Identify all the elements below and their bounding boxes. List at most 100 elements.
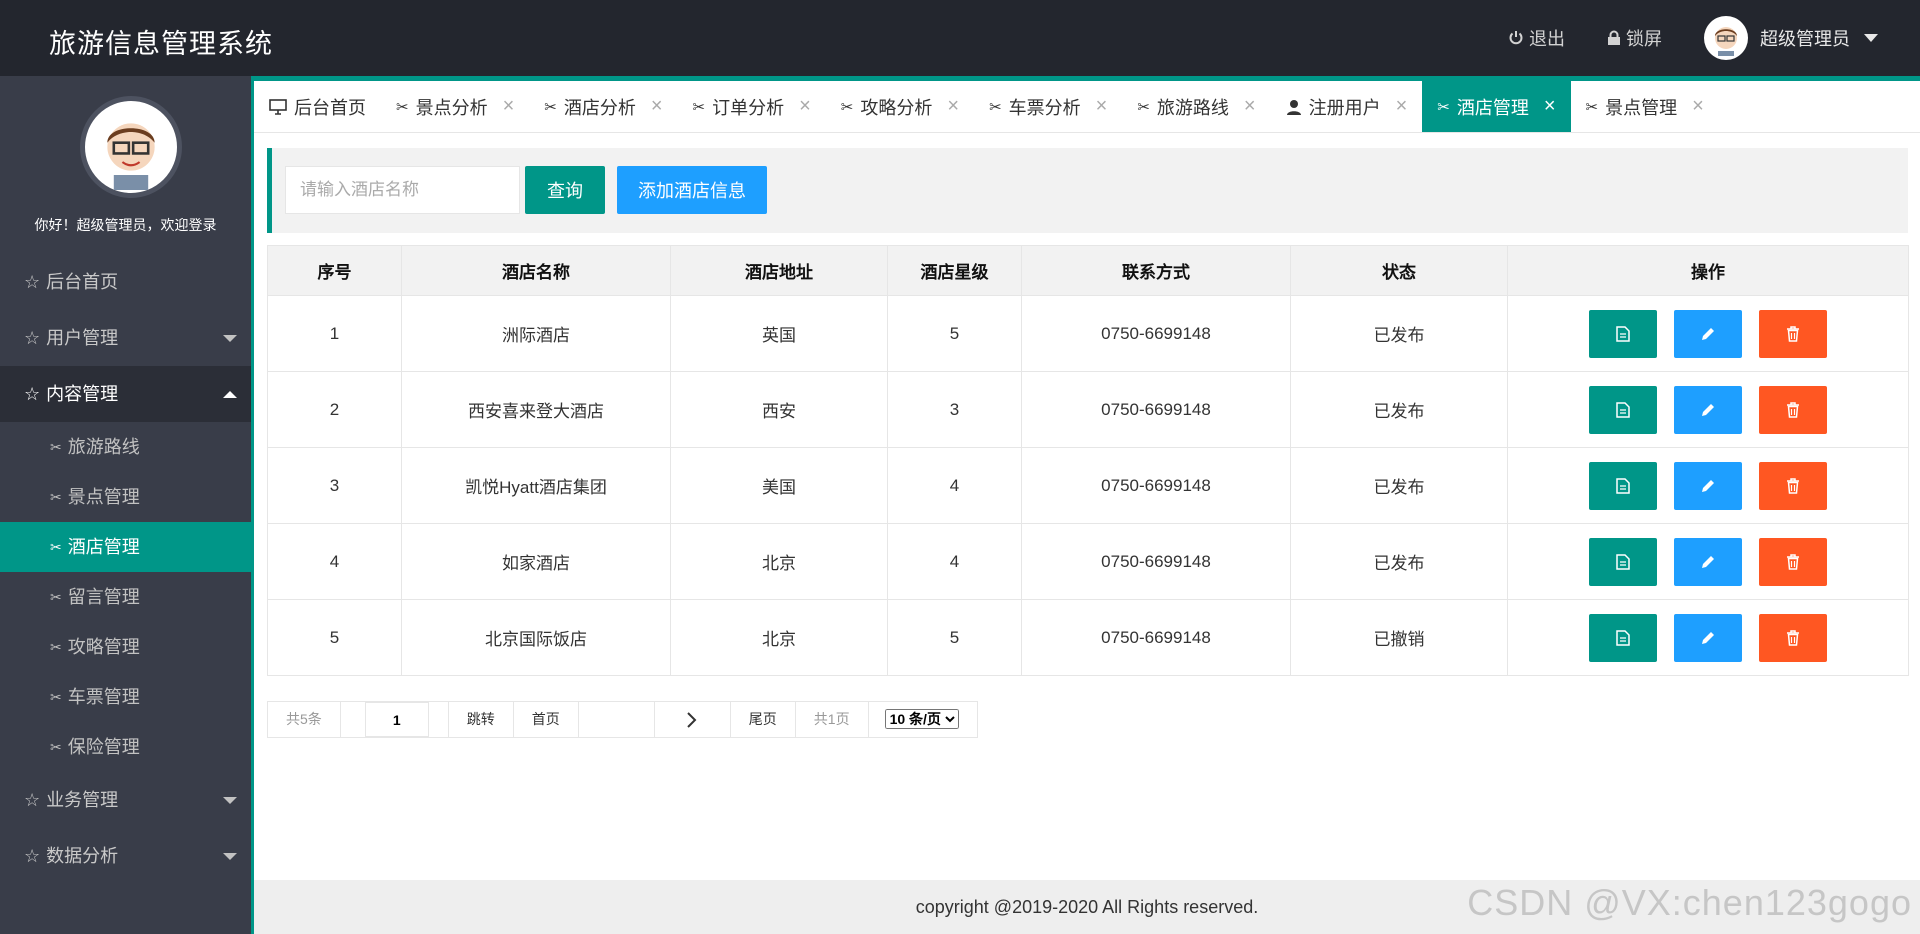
prev-page-button[interactable] xyxy=(578,702,655,737)
table-row: 3 凯悦Hyatt酒店集团 美国 4 0750-6699148 已发布 xyxy=(267,447,1909,524)
sidebar-sub-tickets[interactable]: ✂ 车票管理 xyxy=(0,672,251,722)
sidebar-sub-attractions[interactable]: ✂ 景点管理 xyxy=(0,472,251,522)
avatar xyxy=(80,96,182,198)
pencil-icon xyxy=(1702,555,1714,568)
tab-guide-analysis[interactable]: ✂ 攻略分析 × xyxy=(826,81,974,132)
tab-registered-users[interactable]: 注册用户 × xyxy=(1271,81,1423,132)
tools-icon: ✂ xyxy=(396,98,409,116)
last-page-button[interactable]: 尾页 xyxy=(730,702,796,737)
close-icon[interactable]: × xyxy=(1096,95,1108,118)
tab-label: 攻略分析 xyxy=(860,97,933,118)
tools-icon: ✂ xyxy=(989,98,1002,116)
sidebar-sub-insurance[interactable]: ✂ 保险管理 xyxy=(0,722,251,772)
star-icon: ☆ xyxy=(24,790,41,810)
cell-address: 北京 xyxy=(670,523,888,600)
tools-icon: ✂ xyxy=(840,98,854,116)
tab-hotel-analysis[interactable]: ✂ 酒店分析 × xyxy=(529,81,677,132)
view-button[interactable] xyxy=(1589,309,1657,358)
tab-attraction-analysis[interactable]: ✂ 景点分析 × xyxy=(381,81,529,132)
tools-icon: ✂ xyxy=(50,689,62,705)
cell-index: 2 xyxy=(267,371,402,448)
document-icon xyxy=(1616,477,1630,494)
edit-button[interactable] xyxy=(1674,613,1742,662)
cell-stars: 3 xyxy=(887,371,1022,448)
close-icon[interactable]: × xyxy=(651,95,663,118)
delete-button[interactable] xyxy=(1759,309,1827,358)
close-icon[interactable]: × xyxy=(1396,95,1408,118)
tools-icon: ✂ xyxy=(50,539,62,555)
table-row: 1 洲际酒店 英国 5 0750-6699148 已发布 xyxy=(267,295,1909,372)
view-button[interactable] xyxy=(1589,613,1657,662)
cell-hotel-name: 洲际酒店 xyxy=(401,295,671,372)
close-icon[interactable]: × xyxy=(1244,95,1256,118)
cell-contact: 0750-6699148 xyxy=(1021,295,1291,372)
sidebar-item-analysis[interactable]: ☆ 数据分析 xyxy=(0,828,251,884)
user-menu[interactable]: 超级管理员 xyxy=(1704,16,1878,60)
star-icon: ☆ xyxy=(24,272,41,292)
trash-icon xyxy=(1787,553,1799,570)
sidebar-sub-hotels[interactable]: ✂ 酒店管理 xyxy=(0,522,251,572)
next-page-button[interactable] xyxy=(654,702,731,737)
view-button[interactable] xyxy=(1589,461,1657,510)
jump-button[interactable]: 跳转 xyxy=(448,702,514,737)
sidebar-sub-routes[interactable]: ✂ 旅游路线 xyxy=(0,422,251,472)
sidebar-sub-messages[interactable]: ✂ 留言管理 xyxy=(0,572,251,622)
pager-total: 共5条 xyxy=(268,702,341,737)
main-content: 后台首页 ✂ 景点分析 × ✂ 酒店分析 × ✂ 订单分析 × ✂ 攻略分析 × ✂ 车票分析 × … xyxy=(251,76,1920,934)
tab-label: 车票分析 xyxy=(1008,97,1081,118)
tab-hotel-management[interactable]: ✂ 酒店管理 × xyxy=(1422,81,1571,132)
pagination: 共5条 跳转 首页 尾页 共1页 10 条/页 xyxy=(267,701,978,738)
delete-button[interactable] xyxy=(1759,613,1827,662)
sidebar-item-content[interactable]: ☆ 内容管理 xyxy=(0,366,251,422)
query-button[interactable]: 查询 xyxy=(525,166,605,214)
table-header-row: 序号 酒店名称 酒店地址 酒店星级 联系方式 状态 操作 xyxy=(267,245,1909,296)
view-button[interactable] xyxy=(1589,385,1657,434)
delete-button[interactable] xyxy=(1759,461,1827,510)
document-icon xyxy=(1616,553,1630,570)
page-number-input[interactable] xyxy=(364,702,429,737)
table-row: 4 如家酒店 北京 4 0750-6699148 已发布 xyxy=(267,523,1909,600)
col-header: 联系方式 xyxy=(1021,245,1291,296)
cell-actions xyxy=(1507,371,1909,448)
chevron-down-icon xyxy=(223,335,237,342)
tab-attraction-management[interactable]: ✂ 景点管理 × xyxy=(1571,81,1719,132)
view-button[interactable] xyxy=(1589,537,1657,586)
close-icon[interactable]: × xyxy=(799,95,811,118)
tools-icon: ✂ xyxy=(50,639,62,655)
sidebar-item-label: 数据分析 xyxy=(46,846,119,866)
first-page-button[interactable]: 首页 xyxy=(513,702,579,737)
tools-icon: ✂ xyxy=(1137,98,1150,116)
edit-button[interactable] xyxy=(1674,537,1742,586)
close-icon[interactable]: × xyxy=(503,95,515,118)
pencil-icon xyxy=(1702,631,1714,644)
lock-screen-button[interactable]: 锁屏 xyxy=(1607,25,1662,51)
sidebar-sub-guides[interactable]: ✂ 攻略管理 xyxy=(0,622,251,672)
cell-contact: 0750-6699148 xyxy=(1021,447,1291,524)
tab-order-analysis[interactable]: ✂ 订单分析 × xyxy=(678,81,826,132)
sidebar-sub-label: 酒店管理 xyxy=(67,537,140,557)
add-hotel-button[interactable]: 添加酒店信息 xyxy=(617,166,767,214)
close-icon[interactable]: × xyxy=(1692,95,1704,118)
sidebar-item-home[interactable]: ☆ 后台首页 xyxy=(0,254,251,310)
logout-button[interactable]: 退出 xyxy=(1508,25,1565,51)
edit-button[interactable] xyxy=(1674,461,1742,510)
edit-button[interactable] xyxy=(1674,309,1742,358)
close-icon[interactable]: × xyxy=(1544,95,1556,118)
sidebar-item-business[interactable]: ☆ 业务管理 xyxy=(0,772,251,828)
trash-icon xyxy=(1787,629,1799,646)
tab-home[interactable]: 后台首页 xyxy=(254,81,381,132)
delete-button[interactable] xyxy=(1759,385,1827,434)
col-header: 酒店地址 xyxy=(670,245,888,296)
tab-routes[interactable]: ✂ 旅游路线 × xyxy=(1122,81,1270,132)
delete-button[interactable] xyxy=(1759,537,1827,586)
tab-ticket-analysis[interactable]: ✂ 车票分析 × xyxy=(974,81,1122,132)
edit-button[interactable] xyxy=(1674,385,1742,434)
cell-status: 已撤销 xyxy=(1290,599,1508,676)
hotel-search-input[interactable] xyxy=(285,166,520,214)
lock-label: 锁屏 xyxy=(1626,29,1662,49)
sidebar-item-label: 用户管理 xyxy=(46,328,119,348)
per-page-select[interactable]: 10 条/页 xyxy=(884,709,959,729)
sidebar-item-users[interactable]: ☆ 用户管理 xyxy=(0,310,251,366)
close-icon[interactable]: × xyxy=(947,95,959,118)
trash-icon xyxy=(1787,477,1799,494)
